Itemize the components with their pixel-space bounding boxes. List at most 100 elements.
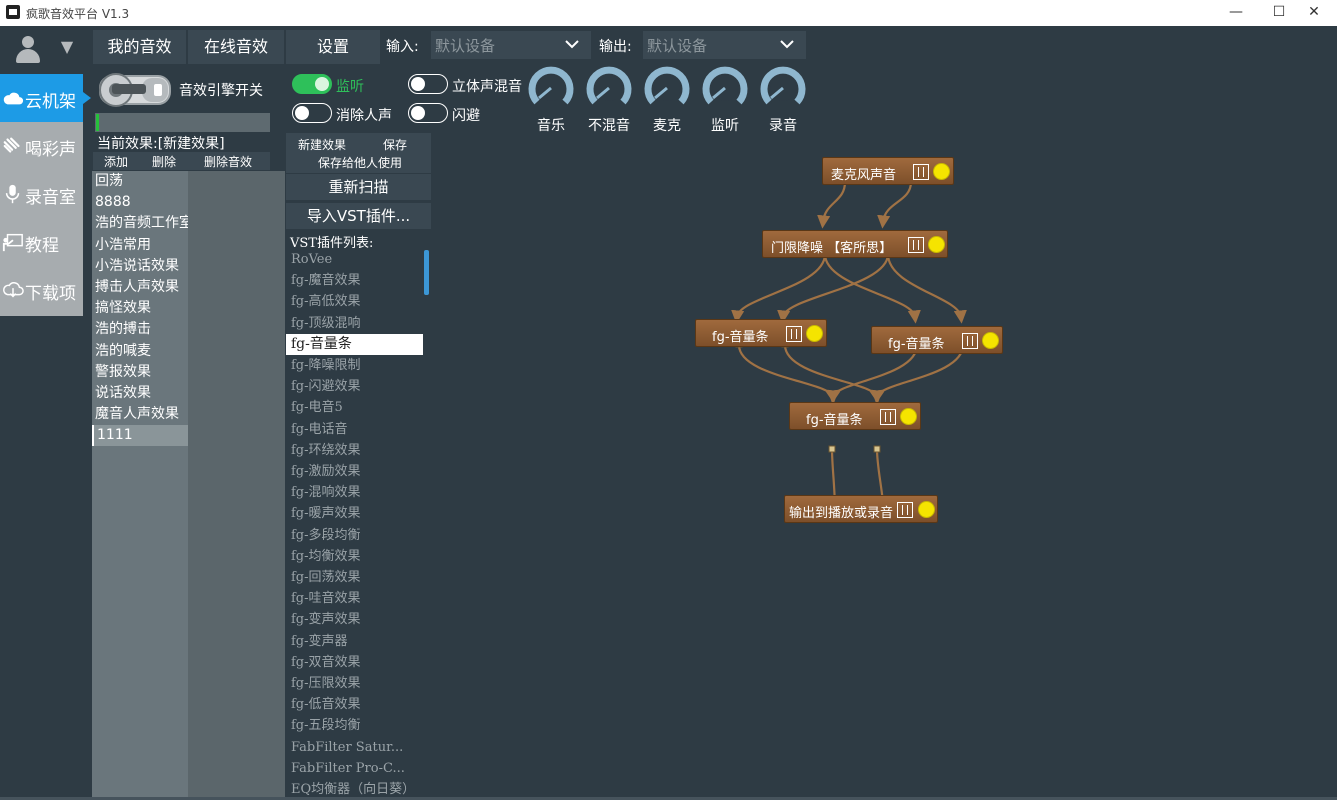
- equalizer-icon[interactable]: [897, 502, 913, 518]
- vst-plugin-item[interactable]: fg-均衡效果: [286, 546, 423, 567]
- vst-plugin-item[interactable]: fg-环绕效果: [286, 440, 423, 461]
- left-nav: ▼ 云机架 喝彩声 录音室 教程 下载项: [0, 26, 83, 800]
- vst-plugin-item[interactable]: fg-变声效果: [286, 609, 423, 630]
- vst-plugin-item[interactable]: fg-混响效果: [286, 482, 423, 503]
- graph-node-volume-mix[interactable]: fg-音量条: [789, 402, 921, 430]
- rescan-button[interactable]: 重新扫描: [286, 174, 431, 200]
- effect-list-item[interactable]: 小浩说话效果: [92, 256, 188, 277]
- microphone-icon: [5, 184, 20, 204]
- ducking-toggle[interactable]: [408, 103, 448, 123]
- vst-plugin-item[interactable]: fg-回荡效果: [286, 567, 423, 588]
- nav-item-cheers[interactable]: 喝彩声: [0, 122, 83, 170]
- app-logo-icon: [6, 5, 20, 19]
- graph-node-output[interactable]: 输出到播放或录音: [784, 495, 938, 523]
- graph-node-volume-left[interactable]: fg-音量条: [695, 319, 827, 347]
- nav-item-tutorial[interactable]: 教程: [0, 218, 83, 266]
- mic-volume-knob[interactable]: [644, 65, 690, 111]
- node-status-indicator[interactable]: [900, 408, 917, 425]
- save-button[interactable]: 保存: [383, 136, 407, 153]
- vst-plugin-item[interactable]: RoVee: [286, 249, 423, 270]
- delete-sound-button[interactable]: 删除音效: [204, 153, 252, 170]
- delete-effect-button[interactable]: 删除: [152, 153, 176, 170]
- vst-plugin-item[interactable]: fg-电音5: [286, 397, 423, 418]
- vst-plugin-item[interactable]: fg-顶级混响: [286, 313, 423, 334]
- effect-list-item[interactable]: 小浩常用: [92, 235, 188, 256]
- vst-plugin-item[interactable]: fg-电话音: [286, 419, 423, 440]
- engine-power-switch[interactable]: [98, 68, 174, 110]
- node-status-indicator[interactable]: [933, 163, 950, 180]
- vst-plugin-item[interactable]: fg-激励效果: [286, 461, 423, 482]
- vst-plugin-item[interactable]: fg-变声器: [286, 631, 423, 652]
- tab-settings[interactable]: 设置: [286, 30, 380, 64]
- effect-list-item[interactable]: 搏击人声效果: [92, 277, 188, 298]
- vst-plugin-item[interactable]: fg-低音效果: [286, 694, 423, 715]
- save-share-button[interactable]: 保存给他人使用: [318, 154, 402, 171]
- music-volume-knob[interactable]: [528, 65, 574, 111]
- tab-my-effects[interactable]: 我的音效: [93, 30, 186, 64]
- input-device-select[interactable]: 默认设备: [431, 31, 591, 59]
- minimize-button[interactable]: —: [1213, 0, 1259, 26]
- vst-plugin-item[interactable]: FabFilter Pro-C...: [286, 758, 423, 779]
- stereo-mix-toggle[interactable]: [408, 74, 448, 94]
- vocal-removal-toggle[interactable]: [292, 103, 332, 123]
- chevron-down-icon: [565, 40, 579, 49]
- equalizer-icon[interactable]: [786, 326, 802, 342]
- vst-plugin-item[interactable]: fg-暖声效果: [286, 503, 423, 524]
- effect-list-item[interactable]: 警报效果: [92, 362, 188, 383]
- equalizer-icon[interactable]: [913, 164, 929, 180]
- vst-plugin-item[interactable]: fg-多段均衡: [286, 525, 423, 546]
- effect-list-item[interactable]: 魔音人声效果: [92, 404, 188, 425]
- vst-list-scrollbar[interactable]: [424, 250, 429, 295]
- graph-node-volume-right[interactable]: fg-音量条: [871, 326, 1003, 354]
- nav-item-downloads[interactable]: 下载项: [0, 266, 83, 314]
- vst-plugin-item[interactable]: fg-高低效果: [286, 291, 423, 312]
- no-mix-knob[interactable]: [586, 65, 632, 111]
- monitor-volume-knob[interactable]: [702, 65, 748, 111]
- vst-plugin-item[interactable]: fg-降噪限制: [286, 355, 423, 376]
- signal-graph: 麦克风声音 门限降噪 【客所思】 fg-音量条 fg-音量条 fg-音量条 输出…: [433, 147, 1337, 800]
- effect-list-item[interactable]: 浩的搏击: [92, 319, 188, 340]
- add-effect-button[interactable]: 添加: [104, 153, 128, 170]
- node-status-indicator[interactable]: [928, 236, 945, 253]
- new-effect-button[interactable]: 新建效果: [298, 136, 346, 153]
- nav-label: 下载项: [25, 284, 76, 304]
- effect-list-item[interactable]: 搞怪效果: [92, 298, 188, 319]
- graph-node-noise-gate[interactable]: 门限降噪 【客所思】: [762, 230, 948, 258]
- node-status-indicator[interactable]: [918, 501, 935, 518]
- effect-list-item[interactable]: 浩的喊麦: [92, 341, 188, 362]
- nav-item-studio[interactable]: 录音室: [0, 170, 83, 218]
- monitor-toggle[interactable]: [292, 74, 332, 94]
- user-dropdown-icon[interactable]: ▼: [58, 36, 76, 58]
- vst-plugin-item[interactable]: fg-音量条: [286, 333, 423, 355]
- vst-plugin-item[interactable]: fg-魔音效果: [286, 270, 423, 291]
- user-area: ▼: [0, 26, 83, 74]
- equalizer-icon[interactable]: [962, 333, 978, 349]
- effect-list-item[interactable]: 浩的音频工作室: [92, 213, 193, 234]
- equalizer-icon[interactable]: [880, 409, 896, 425]
- nav-label: 喝彩声: [25, 140, 76, 160]
- record-volume-knob[interactable]: [760, 65, 806, 111]
- current-effect-label: 当前效果:[新建效果]: [97, 136, 225, 152]
- node-label: fg-音量条: [712, 330, 769, 345]
- vst-plugin-item[interactable]: fg-五段均衡: [286, 715, 423, 736]
- effect-list-item[interactable]: 回荡: [92, 171, 188, 192]
- vst-plugin-item[interactable]: fg-压限效果: [286, 673, 423, 694]
- vst-plugin-item[interactable]: fg-闪避效果: [286, 376, 423, 397]
- equalizer-icon[interactable]: [908, 237, 924, 253]
- output-device-select[interactable]: 默认设备: [643, 31, 806, 59]
- avatar-icon[interactable]: [15, 36, 41, 64]
- tab-online-effects[interactable]: 在线音效: [188, 30, 284, 64]
- effect-list-item[interactable]: 1111: [92, 425, 188, 447]
- import-vst-button[interactable]: 导入VST插件...: [286, 203, 431, 229]
- graph-node-mic-input[interactable]: 麦克风声音: [822, 157, 954, 185]
- effect-list-item[interactable]: 8888: [92, 192, 188, 213]
- close-button[interactable]: ✕: [1291, 0, 1337, 26]
- vst-plugin-item[interactable]: fg-双音效果: [286, 652, 423, 673]
- node-status-indicator[interactable]: [806, 325, 823, 342]
- nav-item-cloud-rack[interactable]: 云机架: [0, 74, 83, 122]
- vst-plugin-item[interactable]: fg-哇音效果: [286, 588, 423, 609]
- node-status-indicator[interactable]: [982, 332, 999, 349]
- vst-plugin-item[interactable]: FabFilter Satur...: [286, 737, 423, 758]
- wire: [877, 181, 913, 229]
- effect-list-item[interactable]: 说话效果: [92, 383, 188, 404]
